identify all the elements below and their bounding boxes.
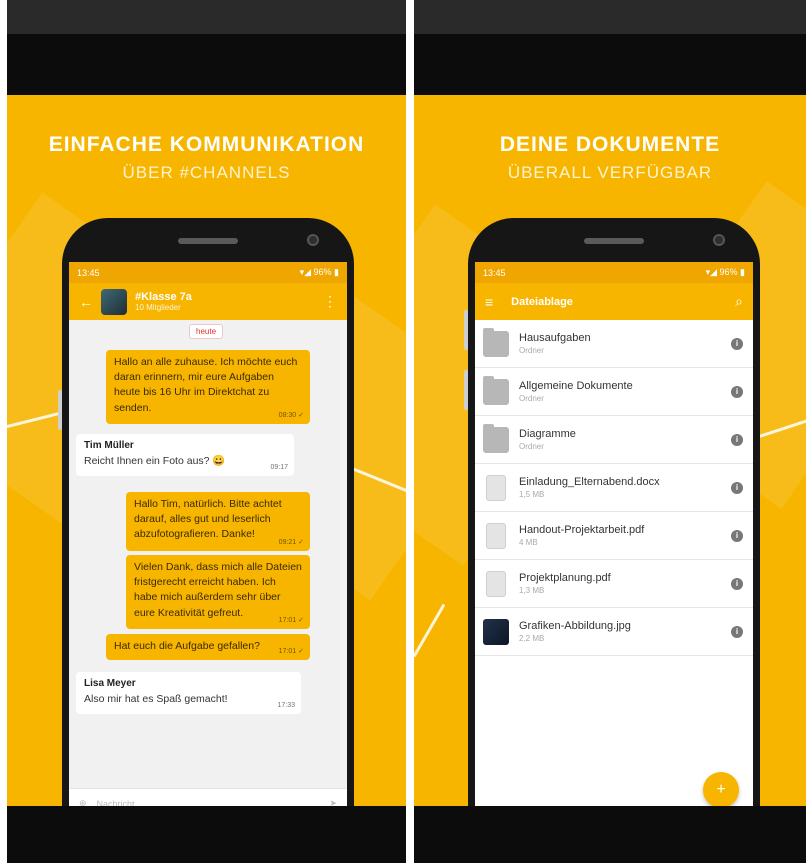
info-icon[interactable]: i [731,577,743,590]
file-meta: 2,2 MB [519,634,545,643]
file-row[interactable]: Diagramme Ordner i [475,416,753,464]
chat-message-outgoing[interactable]: Hat euch die Aufgabe gefallen? 17:01 ✓ [106,634,310,660]
chat-message-outgoing[interactable]: Vielen Dank, dass mich alle Dateien fris… [126,555,310,629]
chat-message-incoming[interactable]: Tim Müller Reicht Ihnen ein Foto aus? 😀 … [76,434,294,476]
chat-message-incoming[interactable]: Lisa Meyer Also mir hat es Spaß gemacht!… [76,672,301,714]
headline: DEINE DOKUMENTE [499,133,721,156]
menu-icon[interactable]: ≡ [485,294,493,310]
file-meta: Ordner [519,394,544,403]
pdf-icon [486,570,506,597]
top-black-bar [7,0,406,95]
message-text: Hallo Tim, natürlich. Bitte achtet darau… [134,498,282,541]
status-icons: ▾◢ 96% ▮ [705,267,745,277]
info-icon[interactable]: i [731,481,743,494]
file-row[interactable]: Grafiken-Abbildung.jpg 2,2 MB i [475,608,753,656]
promo-panel-documents: DEINE DOKUMENTE ÜBERALL VERFÜGBAR 13:45 … [414,0,806,863]
file-meta: 4 MB [519,538,538,547]
document-icon [486,474,506,501]
pdf-icon [486,522,506,549]
channel-title: #Klasse 7a [135,291,192,303]
promo-panel-chat: EINFACHE KOMMUNIKATION ÜBER #CHANNELS 13… [7,0,406,863]
message-time: 09:21 ✓ [278,538,304,546]
message-text: Also mir hat es Spaß gemacht! [84,692,228,705]
file-name: Einladung_Elternabend.docx [519,476,660,488]
message-text: Reicht Ihnen ein Foto aus? 😀 [84,454,226,467]
file-meta: 1,5 MB [519,490,545,499]
status-bar: 13:45 ▾◢ 96% ▮ [475,262,753,283]
chat-screen: 13:45 ▾◢ 96% ▮ ← #Klasse 7a 10 Mitgliede… [69,262,347,818]
file-name: Allgemeine Dokumente [519,380,633,392]
file-row[interactable]: Handout-Projektarbeit.pdf 4 MB i [475,512,753,560]
message-time: 09:17 [270,463,288,471]
documents-screen: 13:45 ▾◢ 96% ▮ ≡ Dateiablage ⌕ Hausaufga… [475,262,753,818]
info-icon[interactable]: i [731,625,743,638]
phone-speaker [584,238,644,244]
chat-message-outgoing[interactable]: Hallo an alle zuhause. Ich möchte euch d… [106,350,310,424]
bottom-black-bar [7,806,406,863]
headline: EINFACHE KOMMUNIKATION [48,133,365,156]
date-chip: heute [189,324,224,339]
file-name: Projektplanung.pdf [519,572,611,584]
channel-avatar[interactable] [101,288,127,315]
chat-message-list[interactable]: heute Hallo an alle zuhause. Ich möchte … [69,320,347,818]
top-black-bar [414,0,806,95]
message-text: Hallo an alle zuhause. Ich möchte euch d… [114,356,298,414]
file-row[interactable]: Einladung_Elternabend.docx 1,5 MB i [475,464,753,512]
file-name: Hausaufgaben [519,332,591,344]
phone-speaker [178,238,238,244]
status-time: 13:45 [483,267,506,278]
add-button[interactable]: + [703,772,739,808]
message-time: 17:01 ✓ [278,647,304,655]
folder-icon [483,423,509,453]
channel-member-count: 10 Mitglieder [135,303,181,312]
status-icons: ▾◢ 96% ▮ [299,267,339,277]
status-time: 13:45 [77,267,100,278]
info-icon[interactable]: i [731,433,743,446]
file-name: Handout-Projektarbeit.pdf [519,524,645,536]
arrow-left-icon[interactable]: ← [79,294,93,310]
file-name: Grafiken-Abbildung.jpg [519,620,631,632]
subline: ÜBER #CHANNELS [122,163,291,182]
file-meta: Ordner [519,346,544,355]
file-row[interactable]: Allgemeine Dokumente Ordner i [475,368,753,416]
image-icon [483,618,509,645]
message-text: Vielen Dank, dass mich alle Dateien fris… [134,561,302,619]
message-sender: Tim Müller [84,440,134,451]
chat-message-outgoing[interactable]: Hallo Tim, natürlich. Bitte achtet darau… [126,492,310,551]
more-vert-icon[interactable]: ⋮ [323,293,337,310]
phone-mockup: 13:45 ▾◢ 96% ▮ ≡ Dateiablage ⌕ Hausaufga… [468,218,760,818]
phone-camera [307,234,319,246]
folder-icon [483,327,509,357]
channel-header[interactable]: #Klasse 7a 10 Mitglieder [135,291,192,312]
file-row[interactable]: Projektplanung.pdf 1,3 MB i [475,560,753,608]
status-bar: 13:45 ▾◢ 96% ▮ [69,262,347,283]
info-icon[interactable]: i [731,385,743,398]
screen-title: Dateiablage [511,295,573,308]
file-name: Diagramme [519,428,576,440]
documents-app-bar: ≡ Dateiablage ⌕ [475,283,753,320]
message-sender: Lisa Meyer [84,678,136,689]
subline: ÜBERALL VERFÜGBAR [507,163,713,182]
chat-app-bar: ← #Klasse 7a 10 Mitglieder ⋮ [69,283,347,320]
search-icon[interactable]: ⌕ [735,293,743,310]
message-time: 08:30 ✓ [278,411,304,419]
phone-camera [713,234,725,246]
phone-mockup: 13:45 ▾◢ 96% ▮ ← #Klasse 7a 10 Mitgliede… [62,218,354,818]
file-list: Hausaufgaben Ordner i Allgemeine Dokument… [475,320,753,818]
bottom-black-bar [414,806,806,863]
file-meta: Ordner [519,442,544,451]
file-meta: 1,3 MB [519,586,545,595]
message-time: 17:01 ✓ [278,616,304,624]
file-row[interactable]: Hausaufgaben Ordner i [475,320,753,368]
message-text: Hat euch die Aufgabe gefallen? [114,640,260,652]
message-time: 17:33 [277,701,295,709]
info-icon[interactable]: i [731,529,743,542]
info-icon[interactable]: i [731,337,743,350]
folder-icon [483,375,509,405]
